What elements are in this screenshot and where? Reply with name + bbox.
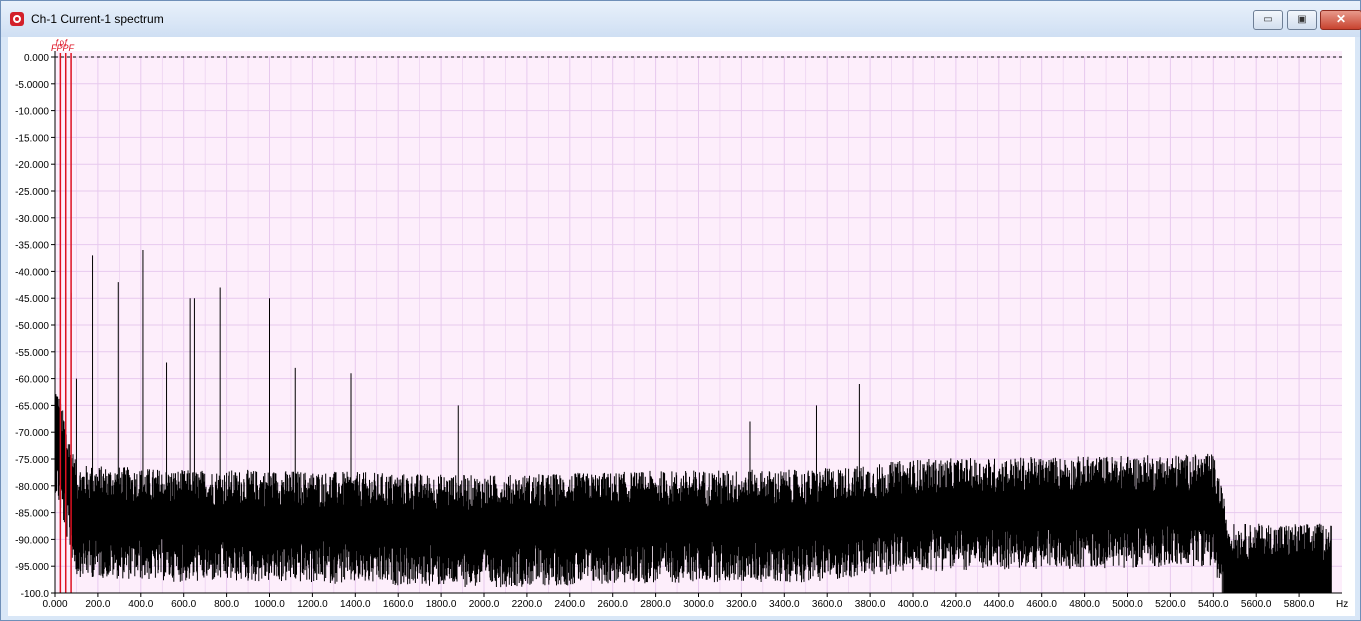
y-tick-label: -55.000 (15, 348, 49, 359)
y-tick-label: -85.000 (15, 509, 49, 520)
x-tick-label: 1200.0 (297, 599, 328, 610)
y-tick-label: -15.000 (15, 133, 49, 144)
window-title: Ch-1 Current-1 spectrum (31, 12, 164, 26)
y-tick-label: -70.000 (15, 428, 49, 439)
y-tick-label: -20.000 (15, 160, 49, 171)
title-bar[interactable]: Ch-1 Current-1 spectrum ▭ ▣ ✕ (1, 1, 1361, 37)
chart-area: 0.000 200.0 400.0 600.0 800.0 1000.0 1200.0 140… (8, 37, 1355, 616)
x-tick-label: 3200.0 (726, 599, 757, 610)
y-tick-label: -30.000 (15, 214, 49, 225)
spectrum-chart[interactable]: 0.000 200.0 400.0 600.0 800.0 1000.0 1200.0 140… (8, 37, 1355, 616)
marker-label: FPPF (51, 43, 75, 53)
minimize-button[interactable]: ▭ (1253, 10, 1283, 30)
y-tick-label: -75.000 (15, 455, 49, 466)
x-tick-label: 3400.0 (769, 599, 800, 610)
y-tick-label: -25.000 (15, 187, 49, 198)
x-tick-label: 4200.0 (941, 599, 972, 610)
x-tick-label: 1800.0 (426, 599, 457, 610)
x-tick-label: 4600.0 (1026, 599, 1057, 610)
y-tick-label: -40.000 (15, 267, 49, 278)
close-button[interactable]: ✕ (1320, 10, 1361, 30)
y-tick-label: -80.000 (15, 482, 49, 493)
y-tick-label: -45.000 (15, 294, 49, 305)
x-tick-label: 200.0 (85, 599, 110, 610)
y-tick-label: -65.000 (15, 401, 49, 412)
x-tick-label: 2400.0 (555, 599, 586, 610)
y-tick-label: -50.000 (15, 321, 49, 332)
x-tick-label: 5800.0 (1284, 599, 1315, 610)
x-tick-label: 5600.0 (1241, 599, 1272, 610)
x-tick-label: 0.000 (42, 599, 67, 610)
y-tick-label: -100.0 (21, 589, 50, 600)
x-axis-unit: Hz (1336, 599, 1348, 610)
x-tick-label: 600.0 (171, 599, 196, 610)
y-tick-label: -35.000 (15, 241, 49, 252)
y-tick-label: 0.000 (24, 53, 49, 64)
x-tick-label: 1600.0 (383, 599, 414, 610)
x-tick-label: 4400.0 (984, 599, 1015, 610)
x-tick-label: 3600.0 (812, 599, 843, 610)
x-tick-label: 4000.0 (898, 599, 929, 610)
app-icon (10, 12, 24, 26)
x-tick-label: 5200.0 (1155, 599, 1186, 610)
x-tick-label: 3000.0 (683, 599, 714, 610)
y-tick-label: -10.000 (15, 107, 49, 118)
spectrum-window: Ch-1 Current-1 spectrum ▭ ▣ ✕ 0.000 200.0… (0, 0, 1361, 621)
y-tick-label: -90.000 (15, 535, 49, 546)
x-tick-label: 400.0 (128, 599, 153, 610)
x-tick-label: 3800.0 (855, 599, 886, 610)
x-tick-label: 4800.0 (1069, 599, 1100, 610)
x-tick-label: 2200.0 (512, 599, 543, 610)
x-tick-label: 1400.0 (340, 599, 371, 610)
y-tick-label: -60.000 (15, 375, 49, 386)
x-tick-label: 5400.0 (1198, 599, 1229, 610)
x-tick-label: 1000.0 (254, 599, 285, 610)
x-tick-label: 2600.0 (597, 599, 628, 610)
x-tick-label: 2800.0 (640, 599, 671, 610)
x-tick-label: 800.0 (214, 599, 239, 610)
maximize-button[interactable]: ▣ (1287, 10, 1317, 30)
y-tick-label: -95.000 (15, 562, 49, 573)
y-tick-label: -5.0000 (15, 80, 49, 91)
x-tick-label: 2000.0 (469, 599, 500, 610)
x-tick-label: 5000.0 (1112, 599, 1143, 610)
